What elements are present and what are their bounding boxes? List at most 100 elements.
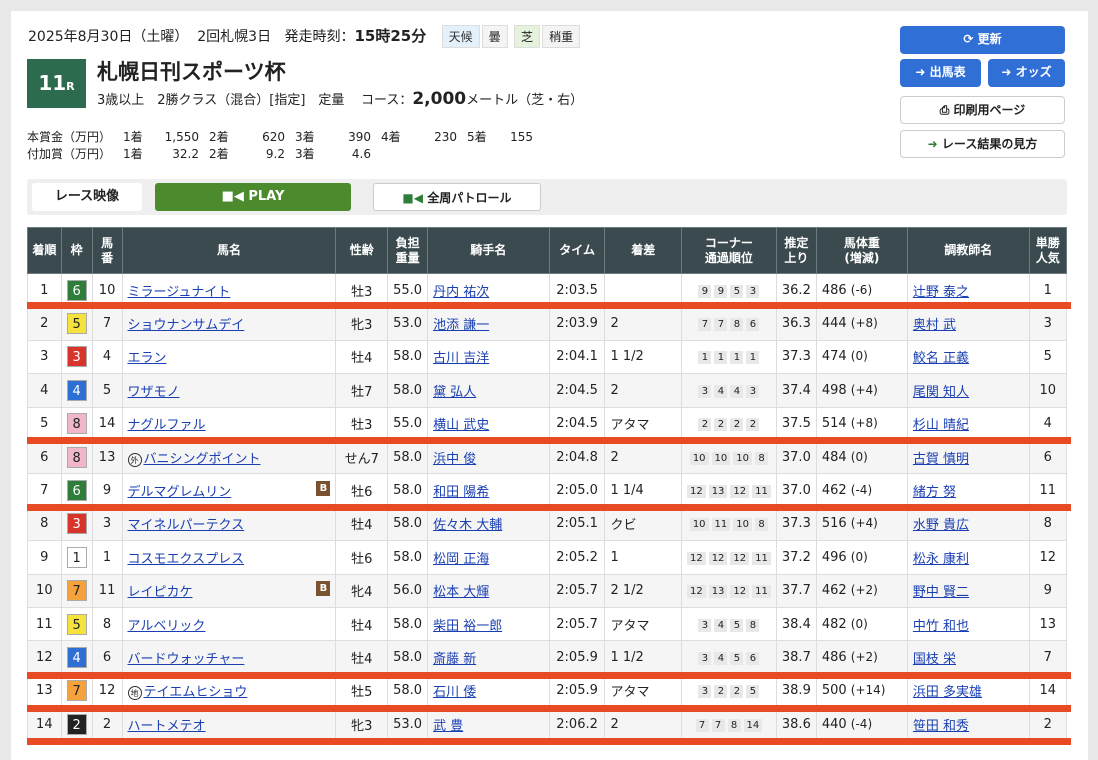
weight-carried: 58.0 [387,473,429,508]
corner-position: 12 [730,485,750,499]
horse-name-link[interactable]: ミラージュナイト [128,285,231,300]
jockey-cell: 松本 大輝 [427,573,550,608]
last-3f: 38.7 [775,640,817,675]
horse-name-link[interactable]: ハートメテオ [128,719,206,734]
jockey-link[interactable]: 黛 弘人 [433,385,476,400]
jockey-link[interactable]: 松岡 正海 [433,552,489,567]
corner-position: 12 [686,485,706,499]
column-header[interactable]: 性齢 [335,227,389,274]
horse-name-link[interactable]: コスモエクスプレス [128,552,245,567]
jockey-link[interactable]: 斎藤 新 [433,652,476,667]
trainer-link[interactable]: 辻野 泰之 [913,285,969,300]
jockey-link[interactable]: 武 豊 [433,719,463,734]
column-header[interactable]: 馬 番 [91,227,123,274]
margin: 1 [604,540,682,575]
trainer-link[interactable]: 松永 康利 [913,552,969,567]
prize-amount: 32.2 [172,147,199,161]
horse-name-link[interactable]: テイエムヒショウ [144,685,248,700]
corner-position: 4 [714,618,728,632]
video-bar: レース映像 ■◀ PLAY ■◀ 全周パトロール [27,179,1067,215]
trainer-link[interactable]: 尾関 知人 [913,385,969,400]
trainer-link[interactable]: 鮫名 正義 [913,351,969,366]
trainer-cell: 水野 貴広 [906,506,1030,542]
column-header[interactable]: タイム [548,227,606,274]
weight-carried: 53.0 [387,306,429,341]
corner-position: 4 [714,384,728,398]
horse-name-link[interactable]: ナグルファル [128,418,206,433]
horse-name-link[interactable]: マイネルパーテクス [128,518,245,533]
body-weight: 514 (+8) [815,406,908,441]
prize-amount: 155 [510,130,533,144]
column-header[interactable]: 調教師名 [906,227,1030,274]
camera-icon: ■◀ [402,191,423,205]
trainer-link[interactable]: 中竹 和也 [913,619,969,634]
column-header[interactable]: 負担 重量 [387,227,429,274]
trainer-link[interactable]: 野中 賢二 [913,585,969,600]
column-header[interactable]: 馬体重 (増減) [815,227,908,274]
odds-button[interactable]: ➜ オッズ [988,59,1065,87]
sex-age: 牡6 [335,540,389,575]
jockey-link[interactable]: 浜中 俊 [433,452,476,467]
horse-name-link[interactable]: レイピカケ [128,585,193,600]
jockey-link[interactable]: 和田 陽希 [433,485,489,500]
column-header[interactable]: 単勝 人気 [1028,227,1067,274]
weight-carried: 58.0 [387,339,429,375]
column-header[interactable]: 着順 [27,227,62,274]
waku-badge: 8 [66,413,87,435]
corner-position: 2 [714,685,728,699]
column-header[interactable]: 馬名 [121,227,337,274]
horse-number: 5 [91,373,123,408]
jockey-link[interactable]: 石川 倭 [433,685,476,700]
column-header[interactable]: 推定 上り [775,227,817,274]
waku-badge: 3 [66,513,87,535]
horse-name-link[interactable]: ショウナンサムデイ [128,318,245,333]
jockey-link[interactable]: 池添 謙一 [433,318,489,333]
trainer-link[interactable]: 緒方 努 [913,485,956,500]
trainer-link[interactable]: 笹田 和秀 [913,719,969,734]
print-page-button[interactable]: ⎙ 印刷用ページ [900,96,1065,124]
corner-positions: 7786 [680,306,777,341]
trainer-link[interactable]: 国枝 栄 [913,652,956,667]
horse-name-link[interactable]: ワザモノ [128,385,180,400]
table-row: 10 7 11 レイピカケ B 牝4 56.0 松本 大輝 2:05.7 2 1/2 12 13 12 1… [27,573,1067,608]
play-button[interactable]: ■◀ PLAY [155,183,351,211]
column-header[interactable]: 枠 [60,227,93,274]
entries-button[interactable]: ➜ 出馬表 [900,59,981,87]
column-header[interactable]: 騎手名 [427,227,550,274]
jockey-link[interactable]: 横山 武史 [433,418,489,433]
jockey-link[interactable]: 柴田 裕一郎 [433,619,502,634]
origin-mark: 地 [127,686,142,701]
last-3f: 37.3 [775,339,817,375]
last-3f: 38.9 [775,673,817,709]
corner-position: 12 [708,551,728,565]
trainer-link[interactable]: 浜田 多実雄 [913,685,982,700]
body-weight: 486 (+2) [815,640,908,675]
horse-name-link[interactable]: エラン [128,351,167,366]
patrol-video-button[interactable]: ■◀ 全周パトロール [373,183,541,211]
jockey-link[interactable]: 丹内 祐次 [433,285,489,300]
waku-cell: 8 [60,406,93,441]
refresh-button[interactable]: ⟳ 更新 [900,26,1065,54]
column-header[interactable]: コーナー 通過順位 [680,227,777,274]
trainer-link[interactable]: 水野 貴広 [913,518,969,533]
weight-change: (+14) [850,683,886,698]
horse-name-cell: コスモエクスプレス [121,540,337,575]
corner-position: 3 [698,384,712,398]
how-to-read-button[interactable]: ➜ レース結果の見方 [900,130,1065,158]
jockey-link[interactable]: 佐々木 大輔 [433,518,502,533]
weight-carried: 58.0 [387,540,429,575]
trainer-link[interactable]: 古賀 慎明 [913,452,969,467]
jockey-link[interactable]: 古川 吉洋 [433,351,489,366]
horse-name-link[interactable]: アルベリック [128,619,206,634]
prize-amount: 9.2 [265,147,285,161]
corner-position: 10 [733,518,753,532]
column-header[interactable]: 着差 [604,227,682,274]
horse-name-link[interactable]: バードウォッチャー [128,652,245,667]
jockey-link[interactable]: 松本 大輝 [433,585,489,600]
trainer-link[interactable]: 杉山 晴紀 [913,418,969,433]
corner-positions: 3443 [680,373,777,408]
horse-name-link[interactable]: バニシングポイント [144,452,261,467]
corner-position: 3 [746,384,760,398]
trainer-link[interactable]: 奥村 武 [913,318,956,333]
horse-name-link[interactable]: デルマグレムリン [128,485,232,500]
